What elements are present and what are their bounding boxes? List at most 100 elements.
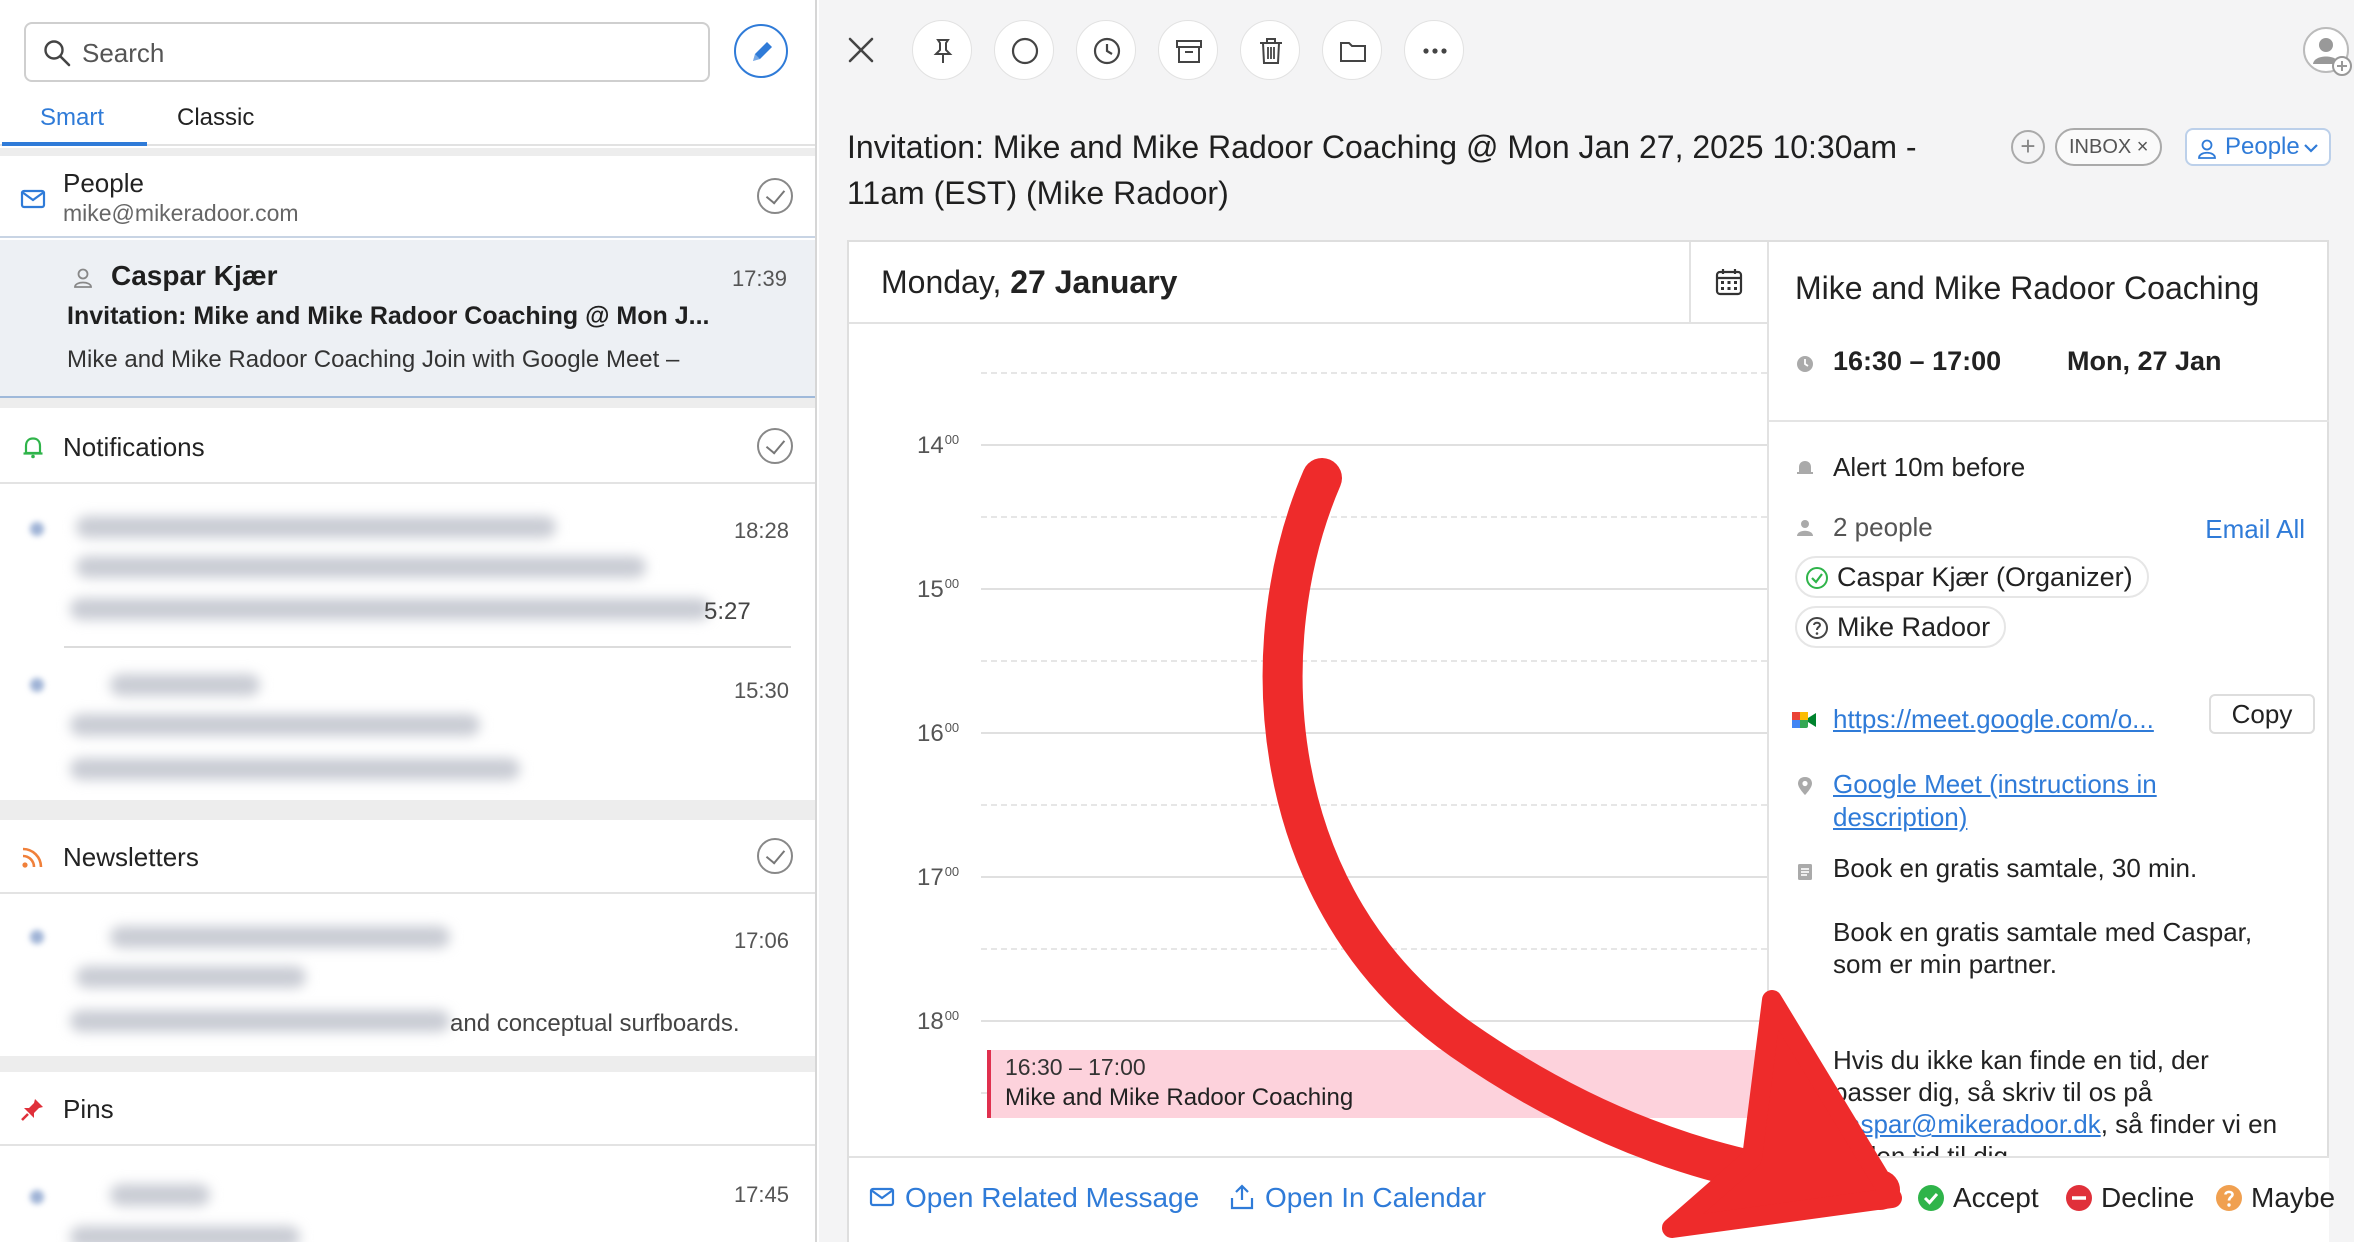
copy-link-button[interactable]: Copy xyxy=(2209,694,2315,734)
message-sender: Caspar Kjær xyxy=(111,260,278,291)
day-date: 27 January xyxy=(1010,264,1178,300)
hour-value: 14 xyxy=(917,432,944,459)
calendar-day-label: Monday, 27 January xyxy=(881,264,1177,301)
message-preview-fragment: and conceptual surfboards. xyxy=(450,1010,740,1037)
pencil-icon xyxy=(753,42,772,61)
search-field[interactable]: Search xyxy=(24,22,710,82)
snooze-button[interactable] xyxy=(1076,20,1136,80)
bell-icon xyxy=(1797,461,1813,474)
blurred-subject xyxy=(76,556,646,578)
description-text: , så finder vi xyxy=(2100,1109,2241,1139)
hour-minutes: 00 xyxy=(944,720,960,735)
maybe-question-icon xyxy=(2216,1185,2242,1211)
message-time: 17:39 xyxy=(731,266,787,291)
unread-dot xyxy=(30,678,44,692)
hour-minutes: 00 xyxy=(944,864,960,879)
calendar-icon xyxy=(1715,269,1743,296)
blurred-sender xyxy=(76,516,556,538)
inbox-label-chip[interactable]: INBOX × xyxy=(2055,128,2163,166)
list-tabs: Smart Classic xyxy=(0,98,815,146)
question-circle-icon xyxy=(1806,617,1828,639)
tab-classic[interactable]: Classic xyxy=(177,104,254,132)
section-title: People xyxy=(63,168,144,198)
location-link[interactable]: Google Meet (instructions in description… xyxy=(1833,768,2253,834)
section-pins[interactable]: Pins xyxy=(0,1072,815,1146)
blurred-preview xyxy=(70,1010,450,1032)
people-icon xyxy=(1797,520,1813,536)
reading-pane: Invitation: Mike and Mike Radoor Coachin… xyxy=(819,0,2354,1242)
email-all-link[interactable]: Email All xyxy=(2205,514,2305,545)
section-gap xyxy=(0,148,815,156)
blurred-subject xyxy=(76,966,306,988)
trash-icon xyxy=(1260,38,1282,64)
hour-minutes: 00 xyxy=(944,1008,960,1023)
close-icon[interactable] xyxy=(845,34,877,66)
hour-value: 15 xyxy=(917,576,944,603)
message-row-selected[interactable]: Caspar Kjær 17:39 Invitation: Mike and M… xyxy=(0,240,815,398)
pin-icon xyxy=(21,1099,43,1121)
message-row[interactable]: 17:06 and conceptual surfboards. xyxy=(0,896,815,1056)
section-notifications[interactable]: Notifications xyxy=(0,410,815,484)
move-button[interactable] xyxy=(1322,20,1382,80)
section-newsletters[interactable]: Newsletters xyxy=(0,820,815,894)
rss-icon xyxy=(22,847,43,868)
hour-label: 1800 xyxy=(917,1008,959,1036)
unread-dot xyxy=(30,522,44,536)
mark-done-icon[interactable] xyxy=(757,178,793,214)
event-alert[interactable]: Alert 10m before xyxy=(1833,452,2025,483)
decline-label: Decline xyxy=(2101,1182,2195,1213)
calendar-day-header: Monday, 27 January xyxy=(849,242,1767,324)
add-person-icon[interactable] xyxy=(2302,26,2354,78)
hour-line xyxy=(981,444,1767,446)
open-calendar-day-button[interactable] xyxy=(1689,242,1767,324)
event-time: 16:30 – 17:00 xyxy=(1833,346,2002,376)
attendee-pill[interactable]: Caspar Kjær (Organizer) xyxy=(1795,556,2149,598)
calendar-event-block[interactable]: 16:30 – 17:00 Mike and Mike Radoor Coach… xyxy=(987,1050,1763,1118)
section-gap xyxy=(0,800,815,820)
message-preview-fragment: 5:27 xyxy=(704,598,751,625)
hour-line xyxy=(981,876,1767,878)
more-button[interactable] xyxy=(1404,20,1464,80)
archive-icon xyxy=(1176,40,1202,63)
email-subject: Invitation: Mike and Mike Radoor Coachin… xyxy=(847,129,1917,211)
message-time: 15:30 xyxy=(733,678,789,703)
details-divider xyxy=(1769,420,2329,422)
clock-icon xyxy=(1797,356,1813,372)
blurred-sender xyxy=(110,674,260,696)
hour-label: 1700 xyxy=(917,864,959,892)
folder-icon xyxy=(1340,42,1366,62)
people-category-dropdown[interactable]: People xyxy=(2185,128,2331,166)
mark-done-button[interactable] xyxy=(994,20,1054,80)
pin-button[interactable] xyxy=(912,20,972,80)
attendee-pill[interactable]: Mike Radoor xyxy=(1795,606,2007,648)
message-preview: Mike and Mike Radoor Coaching Join with … xyxy=(67,346,680,373)
section-title: Newsletters xyxy=(63,842,199,872)
message-row[interactable]: 15:30 xyxy=(0,648,815,800)
message-list-pane: Search Smart Classic People mike@mikerad… xyxy=(0,0,817,1242)
section-gap xyxy=(0,1056,815,1072)
description-email-link[interactable]: caspar@mikeradoor.dk xyxy=(1833,1109,2101,1139)
hour-label: 1400 xyxy=(917,432,959,460)
half-hour-line xyxy=(981,660,1767,662)
add-label-button[interactable]: + xyxy=(2011,130,2045,164)
archive-button[interactable] xyxy=(1158,20,1218,80)
description-paragraph-2: Hvis du ikke kan finde en tid, der passe… xyxy=(1833,1044,2293,1156)
message-row[interactable]: 17:45 xyxy=(0,1148,815,1242)
section-title: Notifications xyxy=(63,432,205,462)
message-row[interactable]: 18:28 5:27 xyxy=(0,486,815,646)
circle-icon xyxy=(1011,37,1039,65)
delete-button[interactable] xyxy=(1240,20,1300,80)
mark-done-icon[interactable] xyxy=(757,838,793,874)
tab-smart[interactable]: Smart xyxy=(40,104,104,132)
unread-dot xyxy=(30,1190,44,1204)
bell-icon xyxy=(23,437,43,459)
meet-link[interactable]: https://meet.google.com/o... xyxy=(1833,704,2154,735)
attendee-name: Caspar Kjær (Organizer) xyxy=(1837,562,2133,592)
half-hour-line xyxy=(981,372,1767,374)
compose-button[interactable] xyxy=(734,24,788,78)
person-icon xyxy=(74,268,92,288)
section-people[interactable]: People mike@mikeradoor.com xyxy=(0,156,815,238)
day-name: Monday, xyxy=(881,264,1002,300)
mark-done-icon[interactable] xyxy=(757,428,793,464)
hour-value: 13 xyxy=(917,326,944,329)
